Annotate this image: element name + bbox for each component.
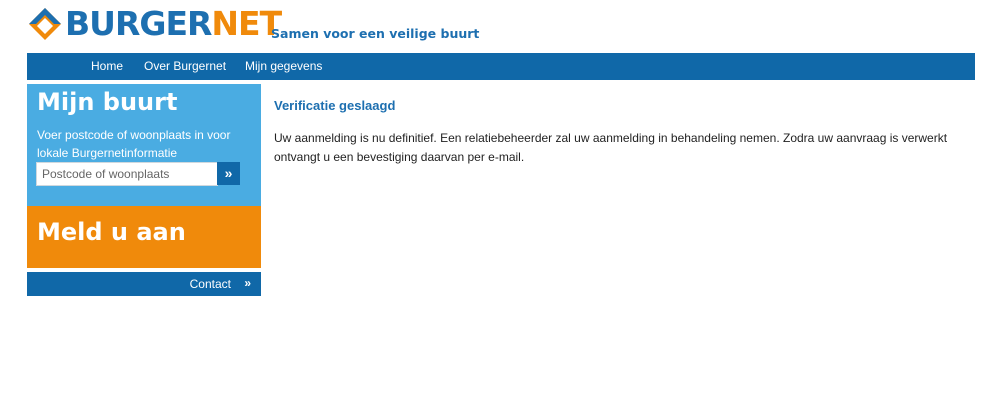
mijn-buurt-title: Mijn buurt <box>37 88 178 116</box>
contact-link[interactable]: Contact » <box>27 272 261 296</box>
tagline: Samen voor een veilige buurt <box>271 26 480 41</box>
page-title: Verificatie geslaagd <box>274 98 396 113</box>
burgernet-logo[interactable]: BURGERNET <box>27 4 282 43</box>
verification-message: Uw aanmelding is nu definitief. Een rela… <box>274 131 948 164</box>
nav-item-mijn-gegevens[interactable]: Mijn gegevens <box>245 59 322 73</box>
meld-u-aan-panel[interactable]: Meld u aan <box>27 206 261 268</box>
mijn-buurt-panel: Mijn buurt Voer postcode of woonplaats i… <box>27 84 261 206</box>
double-chevron-right-icon: » <box>244 276 251 290</box>
postcode-search-button[interactable]: » <box>217 162 240 185</box>
contact-label[interactable]: Contact <box>190 277 231 291</box>
house-logo-icon <box>29 8 61 40</box>
mijn-buurt-description: Voer postcode of woonplaats in voor loka… <box>37 128 231 160</box>
double-chevron-right-icon: » <box>224 165 233 181</box>
nav-item-over-burgernet[interactable]: Over Burgernet <box>144 59 226 73</box>
meld-u-aan-title[interactable]: Meld u aan <box>37 218 186 246</box>
postcode-search-input[interactable] <box>36 162 218 186</box>
header: BURGERNET Samen voor een veilige buurt <box>0 0 996 53</box>
main-navigation: Home Over Burgernet Mijn gegevens <box>27 53 975 80</box>
logo-text: BURGERNET <box>65 4 282 43</box>
nav-item-home[interactable]: Home <box>91 59 123 73</box>
logo-text-burger: BURGER <box>65 4 212 43</box>
